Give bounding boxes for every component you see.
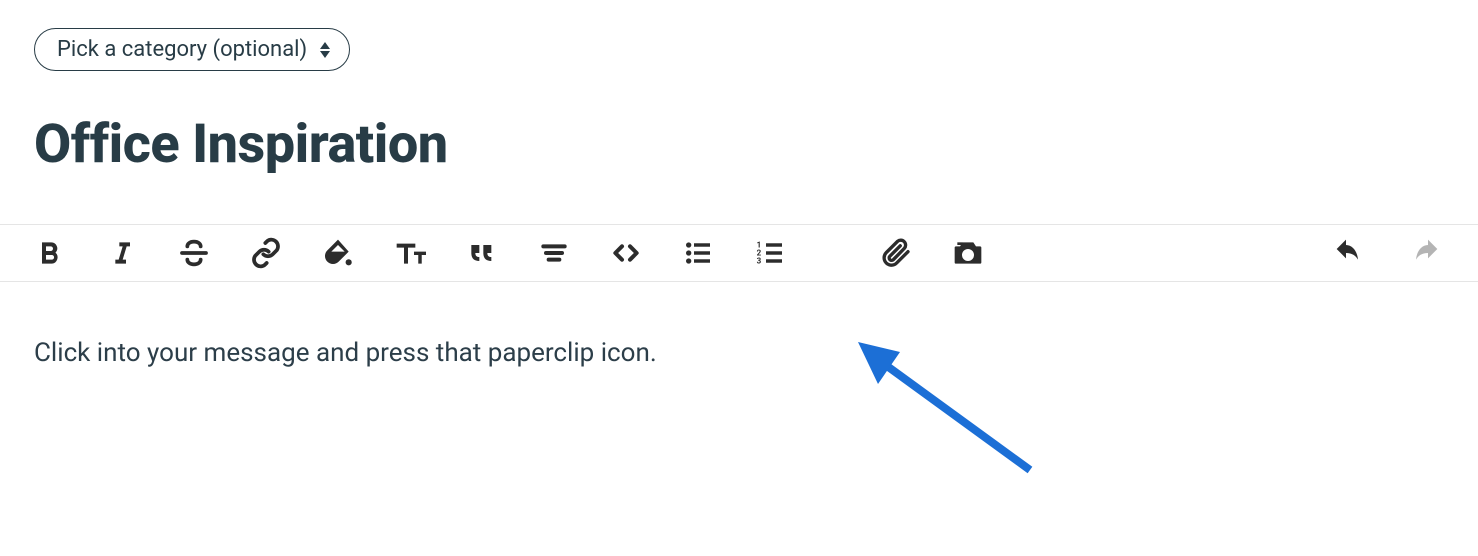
bullet-list-icon[interactable]	[682, 237, 714, 269]
code-icon[interactable]	[610, 237, 642, 269]
camera-icon[interactable]	[952, 237, 984, 269]
editor-content-area[interactable]: Click into your message and press that p…	[0, 282, 1478, 368]
bold-icon[interactable]	[34, 237, 66, 269]
numbered-list-icon[interactable]: 123	[754, 237, 786, 269]
sort-icon	[319, 42, 331, 58]
link-icon[interactable]	[250, 237, 282, 269]
align-icon[interactable]	[538, 237, 570, 269]
svg-text:3: 3	[757, 257, 762, 266]
text-size-icon[interactable]	[394, 237, 426, 269]
editor-toolbar: 123	[0, 224, 1478, 282]
quote-icon[interactable]	[466, 237, 498, 269]
redo-icon[interactable]	[1412, 237, 1444, 269]
post-title[interactable]: Office Inspiration	[34, 113, 1444, 176]
category-select[interactable]: Pick a category (optional)	[34, 28, 350, 71]
undo-icon[interactable]	[1330, 237, 1362, 269]
italic-icon[interactable]	[106, 237, 138, 269]
fill-color-icon[interactable]	[322, 237, 354, 269]
editor-content-text: Click into your message and press that p…	[34, 338, 1444, 368]
attachment-icon[interactable]	[880, 237, 912, 269]
strikethrough-icon[interactable]	[178, 237, 210, 269]
category-select-label: Pick a category (optional)	[57, 37, 307, 62]
